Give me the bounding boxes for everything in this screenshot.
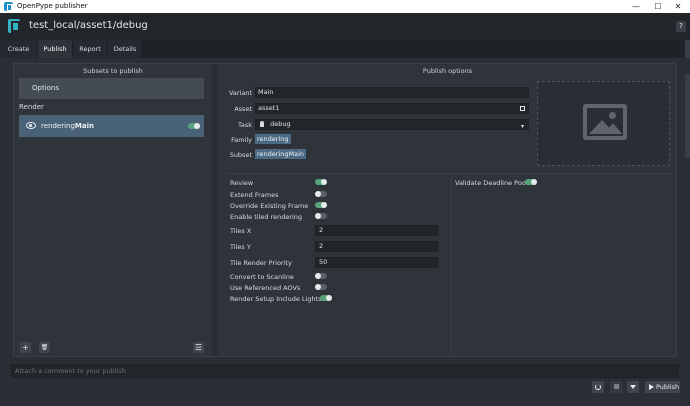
family-label: Family xyxy=(231,136,252,144)
variant-input[interactable]: Main xyxy=(255,87,529,98)
right-edge-scrollbar-top[interactable] xyxy=(685,40,690,58)
render-setup-include-lights-label: Render Setup Include Lights xyxy=(230,295,322,303)
stop-icon xyxy=(613,384,619,389)
subset-value: renderingMain xyxy=(255,149,307,159)
options-column-divider xyxy=(451,175,452,355)
tile-render-priority-input[interactable]: 50 xyxy=(315,257,438,268)
tiles-x-label: Tiles X xyxy=(230,227,252,235)
family-value: rendering xyxy=(255,134,291,144)
app-icon xyxy=(4,2,13,11)
filter-icon xyxy=(630,385,636,389)
view-menu-button[interactable]: ☰ xyxy=(193,342,204,353)
image-placeholder-icon xyxy=(583,104,627,140)
maximize-button[interactable]: ☐ xyxy=(648,0,668,13)
reset-button[interactable] xyxy=(592,381,604,393)
delete-instance-button[interactable]: 🗑 xyxy=(39,342,50,353)
tab-details[interactable]: Details xyxy=(108,40,143,58)
validate-deadline-pools-label: Validate Deadline Pools xyxy=(455,179,532,187)
tiles-x-input[interactable]: 2 xyxy=(315,225,438,236)
window-title: OpenPype publisher xyxy=(17,2,88,10)
tiles-y-label: Tiles Y xyxy=(230,243,251,251)
tiled-rendering-label: Enable tiled rendering xyxy=(230,213,303,221)
refresh-icon xyxy=(595,384,601,390)
publish-button-label: Publish xyxy=(656,383,680,391)
add-instance-button[interactable]: + xyxy=(20,342,31,353)
instance-name: renderingMain xyxy=(41,122,94,130)
validate-button[interactable] xyxy=(627,381,639,393)
instance-item[interactable]: renderingMain xyxy=(19,115,204,137)
thumbnail-drop-area[interactable] xyxy=(537,81,670,166)
instance-enabled-toggle[interactable] xyxy=(188,123,200,129)
tab-create[interactable]: Create xyxy=(0,40,38,58)
convert-to-scanline-toggle[interactable] xyxy=(315,273,327,279)
help-button[interactable]: ? xyxy=(676,21,686,32)
render-setup-include-lights-toggle[interactable] xyxy=(320,295,332,301)
review-label: Review xyxy=(230,179,254,187)
extend-frames-toggle[interactable] xyxy=(315,191,327,197)
task-label: Task xyxy=(237,121,252,129)
asset-input[interactable]: asset1 xyxy=(255,103,529,114)
minimize-button[interactable]: — xyxy=(626,0,646,13)
tab-publish[interactable]: Publish xyxy=(38,40,73,58)
eye-icon[interactable] xyxy=(26,122,36,129)
group-label-render: Render xyxy=(19,103,44,111)
publish-options-panel: Publish options Variant Main Asset asset… xyxy=(219,64,676,356)
task-dropdown[interactable]: debug ▾ xyxy=(255,119,529,130)
tab-bar: Create Publish Report Details xyxy=(0,40,690,58)
play-icon xyxy=(649,384,654,390)
tiles-y-input[interactable]: 2 xyxy=(315,241,438,252)
stop-button[interactable] xyxy=(610,381,622,393)
convert-to-scanline-label: Convert to Scanline xyxy=(230,273,294,281)
options-button[interactable]: Options xyxy=(19,78,204,99)
right-edge-scrollbar[interactable] xyxy=(685,74,690,158)
task-person-icon xyxy=(260,121,264,127)
chevron-down-icon[interactable]: ▾ xyxy=(521,122,524,131)
tile-render-priority-label: Tile Render Priority xyxy=(230,259,292,267)
window-titlebar: OpenPype publisher — ☐ ✕ xyxy=(0,0,690,13)
publish-main-panel: Subsets to publish Options Render render… xyxy=(13,63,677,357)
override-existing-frame-toggle[interactable] xyxy=(315,202,327,208)
options-divider xyxy=(227,173,674,174)
extend-frames-label: Extend Frames xyxy=(230,191,279,199)
use-referenced-aovs-label: Use Referenced AOVs xyxy=(230,284,301,292)
header-bar: test_local/asset1/debug ? xyxy=(0,13,690,40)
asset-label: Asset xyxy=(234,105,252,113)
context-label: test_local/asset1/debug xyxy=(29,20,148,31)
publish-options-heading: Publish options xyxy=(422,67,473,75)
tab-report[interactable]: Report xyxy=(73,40,108,58)
override-existing-frame-label: Override Existing Frame xyxy=(230,202,309,210)
tiled-rendering-toggle[interactable] xyxy=(315,213,327,219)
review-toggle[interactable] xyxy=(315,179,327,185)
comment-input[interactable]: Attach a comment to your publish xyxy=(11,364,679,378)
validate-deadline-pools-toggle[interactable] xyxy=(525,179,537,185)
publish-button[interactable]: Publish xyxy=(645,381,680,393)
subsets-panel: Subsets to publish Options Render render… xyxy=(14,64,212,356)
asset-picker-icon[interactable] xyxy=(520,106,525,111)
subset-label: Subset xyxy=(229,151,252,159)
variant-label: Variant xyxy=(228,89,252,97)
panel-splitter[interactable] xyxy=(212,64,218,356)
close-button[interactable]: ✕ xyxy=(668,0,688,13)
subsets-heading: Subsets to publish xyxy=(83,67,143,75)
use-referenced-aovs-toggle[interactable] xyxy=(315,284,327,290)
asset-value: asset1 xyxy=(258,104,280,112)
task-value: debug xyxy=(270,120,291,128)
openpype-logo-icon xyxy=(8,19,20,33)
